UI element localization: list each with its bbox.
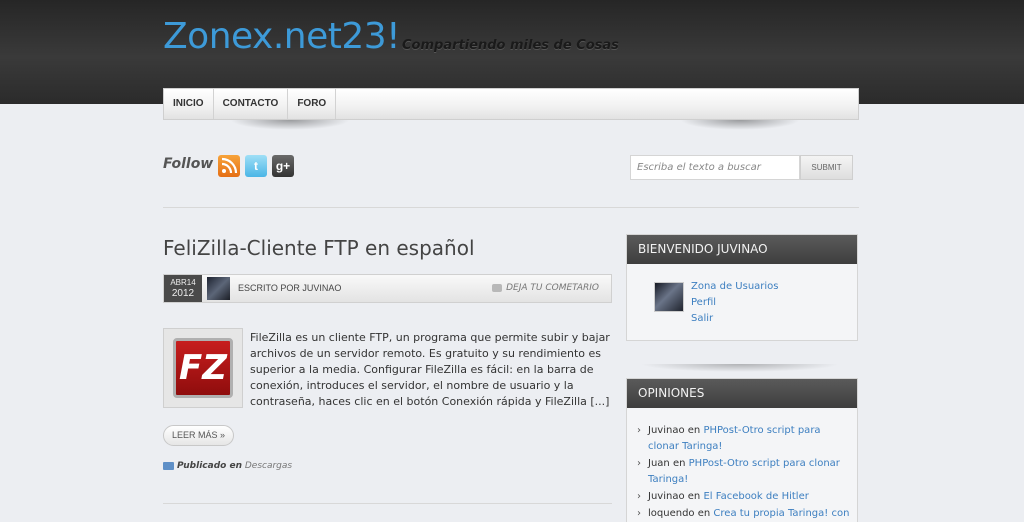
opinion-author: Juvinao: [648, 425, 685, 436]
opinion-author: Juvinao: [648, 491, 685, 502]
site-title[interactable]: Zonex.net23!: [163, 16, 401, 57]
widget-shadow: [640, 364, 840, 372]
post-divider: [163, 503, 612, 504]
opinions-widget: OPINIONES › Juvinao en PHPost-Otro script…: [626, 378, 858, 522]
rss-icon[interactable]: [218, 155, 240, 177]
profile-link[interactable]: Perfil: [691, 295, 779, 311]
post-excerpt: FileZilla es un cliente FTP, un programa…: [250, 331, 610, 408]
list-item: › Juan en PHPost-Otro script para clonar …: [637, 456, 852, 488]
nav-item-foro[interactable]: FORO: [288, 89, 337, 119]
list-item: › Juvinao en PHPost-Otro script para clon…: [637, 423, 852, 455]
search-submit-button[interactable]: SUBMIT: [800, 155, 853, 180]
opinion-sep: en: [687, 425, 701, 436]
twitter-icon[interactable]: t: [245, 155, 267, 177]
opinion-sep: en: [672, 458, 686, 469]
post-date-month: ABR14: [170, 278, 196, 287]
user-zone-link[interactable]: Zona de Usuarios: [691, 279, 779, 295]
list-item: › loquendo en Crea tu propia Taringa! con: [637, 506, 852, 522]
opinion-author: Juan: [648, 458, 670, 469]
published-label: Publicado en: [177, 461, 242, 471]
filezilla-logo-icon: FZ: [173, 338, 233, 398]
welcome-widget-title: BIENVENIDO JUVINAO: [627, 235, 857, 264]
post-category-line: Publicado en Descargas: [163, 461, 292, 471]
opinion-post-link[interactable]: El Facebook de Hitler: [703, 491, 808, 502]
author-avatar: [207, 277, 230, 300]
opinion-post-link[interactable]: Crea tu propia Taringa! con: [713, 508, 849, 519]
opinions-widget-title: OPINIONES: [627, 379, 857, 408]
welcome-widget: BIENVENIDO JUVINAO Zona de Usuarios Perf…: [626, 234, 858, 341]
header-divider: [163, 207, 859, 208]
post-date-year: 2012: [171, 288, 195, 299]
nav-item-inicio[interactable]: INICIO: [164, 89, 214, 119]
post-author: ESCRITO POR JUVINAO: [238, 283, 342, 293]
opinion-author: loquendo: [648, 508, 695, 519]
folder-icon: [163, 461, 174, 470]
read-more-button[interactable]: LEER MÁS »: [163, 425, 235, 446]
site-tagline: Compartiendo miles de Cosas: [402, 38, 619, 53]
google-plus-icon[interactable]: g+: [272, 155, 294, 177]
main-nav: INICIO CONTACTO FORO: [163, 88, 859, 120]
nav-shadow-right: [680, 120, 800, 130]
user-avatar: [654, 282, 684, 312]
category-link[interactable]: Descargas: [245, 461, 292, 471]
list-item: › Juvinao en El Facebook de Hitler: [637, 489, 852, 505]
post-thumbnail[interactable]: FZ: [163, 328, 243, 408]
post-title[interactable]: FeliZilla-Cliente FTP en español: [163, 236, 475, 260]
comment-link[interactable]: DEJA TU COMETARIO: [492, 283, 599, 293]
opinion-sep: en: [697, 508, 711, 519]
logout-link[interactable]: Salir: [691, 311, 779, 327]
opinions-list: › Juvinao en PHPost-Otro script para clon…: [637, 423, 852, 522]
comment-icon: [492, 283, 503, 292]
chevron-right-icon: ›: [637, 491, 641, 502]
post-meta-bar: ABR14 2012 ESCRITO POR JUVINAO DEJA TU C…: [163, 274, 612, 303]
nav-item-contacto[interactable]: CONTACTO: [214, 89, 289, 119]
chevron-right-icon: ›: [637, 458, 641, 469]
nav-shadow-left: [230, 120, 350, 130]
chevron-right-icon: ›: [637, 508, 641, 519]
opinion-sep: en: [687, 491, 701, 502]
follow-label: Follow: [163, 156, 214, 172]
comment-link-label: DEJA TU COMETARIO: [506, 283, 599, 293]
post-date: ABR14 2012: [164, 275, 202, 302]
search-input[interactable]: [630, 155, 800, 180]
user-links: Zona de Usuarios Perfil Salir: [691, 279, 779, 327]
chevron-right-icon: ›: [637, 425, 641, 436]
